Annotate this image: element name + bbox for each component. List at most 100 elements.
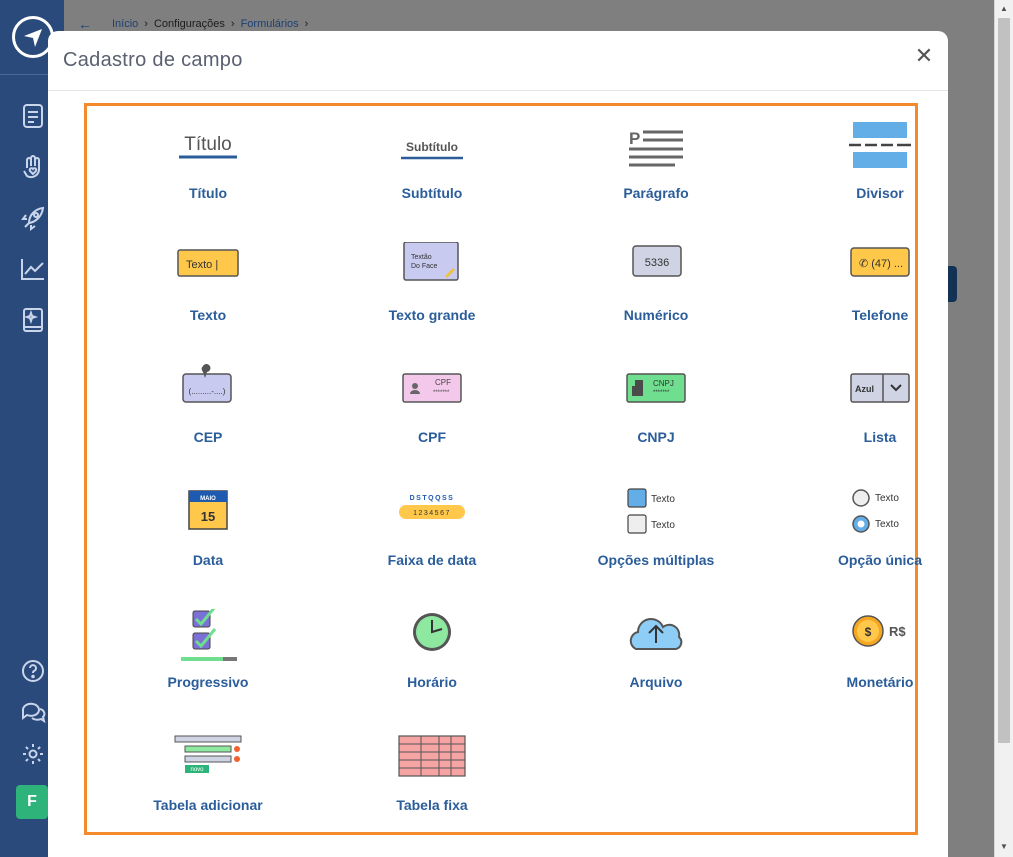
field-type-label: Lista: [863, 429, 897, 445]
back-arrow-icon[interactable]: ←: [78, 16, 92, 32]
field-type-tabela-fixa[interactable]: Tabela fixa: [332, 732, 532, 842]
svg-text:Texto: Texto: [651, 494, 675, 505]
book-sparkle-icon[interactable]: [19, 306, 47, 334]
field-type-subtitulo[interactable]: Subtítulo Subtítulo: [332, 120, 532, 230]
dropdown-icon: Azul: [835, 364, 925, 424]
help-icon[interactable]: [19, 657, 47, 685]
field-type-monetario[interactable]: $ R$ Monetário: [780, 609, 980, 719]
breadcrumb-separator-icon: ›: [304, 18, 309, 30]
svg-text:Título: Título: [184, 134, 232, 155]
svg-text:(.........-....): (.........-....): [189, 387, 226, 396]
breadcrumb-item[interactable]: Início: [112, 18, 138, 30]
field-type-lista[interactable]: Azul Lista: [780, 364, 980, 474]
svg-text:Texto |: Texto |: [186, 259, 218, 271]
field-type-label: Data: [192, 552, 224, 568]
add-table-icon: novo: [163, 732, 253, 792]
hand-heart-icon[interactable]: [19, 153, 47, 181]
field-type-label: Numérico: [623, 307, 689, 323]
svg-text:Texto: Texto: [875, 519, 899, 530]
field-type-label: Faixa de data: [387, 552, 477, 568]
coin-icon: $ R$: [835, 609, 925, 669]
field-type-cpf[interactable]: CPF ******* CPF: [332, 364, 532, 474]
field-type-label: CEP: [193, 429, 223, 445]
field-type-label: Horário: [407, 674, 457, 690]
svg-text:MAIO: MAIO: [200, 496, 216, 502]
field-type-telefone[interactable]: ✆ (47) ... Telefone: [780, 242, 980, 352]
field-type-progressivo[interactable]: Progressivo: [108, 609, 308, 719]
field-type-label: Texto grande: [388, 307, 476, 323]
field-type-label: Tabela fixa: [396, 797, 468, 813]
paragraph-icon: P: [611, 120, 701, 180]
avatar[interactable]: F: [16, 785, 48, 819]
field-type-texto[interactable]: Texto | Texto: [108, 242, 308, 352]
cnpj-icon: CNPJ *******: [611, 364, 701, 424]
modal-header: Cadastro de campo ✕: [48, 31, 948, 91]
svg-text:novo: novo: [190, 767, 204, 773]
field-type-data[interactable]: MAIO 15 Data: [108, 487, 308, 597]
progress-checklist-icon: [163, 609, 253, 669]
field-type-label: CNPJ: [637, 429, 675, 445]
chat-icon[interactable]: [19, 698, 47, 726]
field-type-label: Monetário: [846, 674, 914, 690]
number-input-icon: 5336: [611, 242, 701, 302]
close-icon[interactable]: ✕: [912, 45, 936, 69]
rocket-icon[interactable]: [19, 204, 47, 232]
scroll-thumb[interactable]: [998, 18, 1010, 743]
textarea-icon: Textão Do Face: [387, 242, 477, 302]
scroll-down-icon[interactable]: ▼: [999, 842, 1009, 852]
field-type-label: Opções múltiplas: [597, 552, 715, 568]
field-type-texto-grande[interactable]: Textão Do Face Texto grande: [332, 242, 532, 352]
svg-text:DSTQQSS: DSTQQSS: [410, 495, 455, 502]
field-type-label: Título: [188, 185, 228, 201]
svg-text:*******: *******: [433, 390, 450, 396]
field-type-cep[interactable]: (.........-....) CEP: [108, 364, 308, 474]
field-type-divisor[interactable]: Divisor: [780, 120, 980, 230]
subtitle-icon: Subtítulo: [387, 120, 477, 180]
cpf-icon: CPF *******: [387, 364, 477, 424]
field-type-label: Divisor: [856, 185, 904, 201]
svg-text:CNPJ: CNPJ: [653, 379, 674, 388]
field-type-horario[interactable]: Horário: [332, 609, 532, 719]
divider-icon: [835, 120, 925, 180]
field-type-numerico[interactable]: 5336 Numérico: [556, 242, 756, 352]
fixed-table-icon: [387, 732, 477, 792]
breadcrumb-item[interactable]: Configurações: [154, 18, 225, 30]
chart-icon[interactable]: [19, 255, 47, 283]
field-type-label: Opção única: [837, 552, 923, 568]
breadcrumb: ← Início › Configurações › Formulários ›: [78, 16, 308, 32]
scroll-up-icon[interactable]: ▲: [999, 4, 1009, 14]
radio-icon: Texto Texto: [835, 487, 925, 547]
clock-icon: [387, 609, 477, 669]
field-registration-modal: Cadastro de campo ✕ Título Título Subtít…: [48, 31, 948, 857]
svg-text:Subtítulo: Subtítulo: [406, 140, 458, 154]
breadcrumb-separator-icon: ›: [230, 18, 235, 30]
svg-text:5336: 5336: [645, 257, 669, 269]
document-icon[interactable]: [19, 102, 47, 130]
field-type-label: Parágrafo: [623, 185, 689, 201]
gear-icon[interactable]: [19, 740, 47, 768]
field-type-label: Telefone: [851, 307, 909, 323]
scrollbar[interactable]: ▲ ▼: [994, 0, 1013, 857]
title-icon: Título: [163, 120, 253, 180]
field-type-cnpj[interactable]: CNPJ ******* CNPJ: [556, 364, 756, 474]
svg-text:*******: *******: [653, 390, 670, 396]
svg-text:R$: R$: [889, 624, 906, 639]
svg-text:$: $: [865, 625, 872, 639]
field-type-opcao-unica[interactable]: Texto Texto Opção única: [780, 487, 980, 597]
field-type-faixa-data[interactable]: DSTQQSS 1234567 Faixa de data: [332, 487, 532, 597]
field-type-tabela-adicionar[interactable]: novo Tabela adicionar: [108, 732, 308, 842]
modal-title: Cadastro de campo: [63, 49, 243, 71]
field-type-titulo[interactable]: Título Título: [108, 120, 308, 230]
field-type-paragrafo[interactable]: P Parágrafo: [556, 120, 756, 230]
svg-text:CPF: CPF: [435, 378, 451, 387]
field-type-label: Subtítulo: [401, 185, 463, 201]
field-type-grid: Título Título Subtítulo Subtítulo P Pará…: [87, 106, 922, 832]
date-range-icon: DSTQQSS 1234567: [387, 487, 477, 547]
breadcrumb-item[interactable]: Formulários: [241, 18, 299, 30]
field-type-label: Arquivo: [629, 674, 683, 690]
cloud-upload-icon: [611, 609, 701, 669]
field-type-arquivo[interactable]: Arquivo: [556, 609, 756, 719]
svg-text:Texto: Texto: [651, 520, 675, 531]
field-type-opcoes-multiplas[interactable]: Texto Texto Opções múltiplas: [556, 487, 756, 597]
svg-text:Do Face: Do Face: [411, 263, 438, 270]
